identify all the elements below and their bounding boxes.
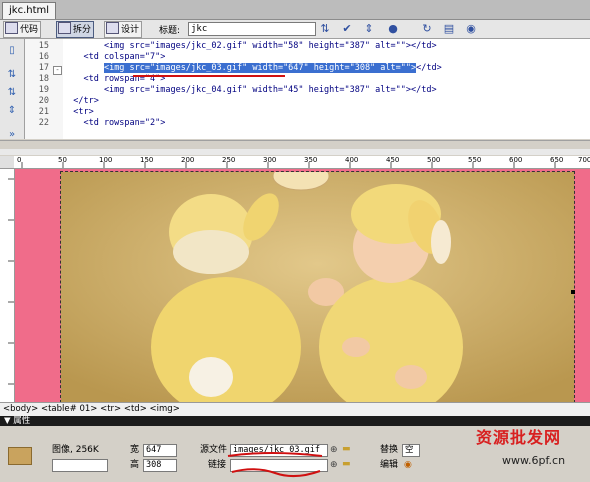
design-view[interactable] [15,169,590,402]
line-number: 17 [38,63,49,73]
design-view-button[interactable]: 设计 [104,21,143,38]
split-view-icon [58,22,71,34]
ruler-label: 150 [140,156,154,164]
split-divider-grip [0,149,590,155]
ruler-label: 650 [550,156,564,164]
ruler-label: 350 [304,156,318,164]
properties-title: ▼ 属性 [4,416,31,426]
split-view-button[interactable]: 拆分 [56,21,95,38]
watermark-text: 资源批发网 [476,428,562,447]
collapse-selection-icon[interactable]: ⇅ [6,87,18,99]
line-number: 16 [38,52,49,62]
open-documents-icon[interactable]: ▯ [6,45,18,57]
view-options-icon[interactable]: ▤ [442,22,456,36]
browser-check-icon[interactable]: ⇕ [362,22,376,36]
line-number: 20 [38,96,49,106]
selected-image[interactable] [60,171,575,402]
visual-aids-icon[interactable]: ◉ [464,22,478,36]
split-view-label: 拆分 [73,25,92,35]
ruler-label: 500 [427,156,441,164]
ruler-label: 50 [58,156,67,164]
watermark-overlay: 资源批发网 www.6pf.cn [420,420,590,482]
ruler-label: 200 [181,156,195,164]
file-management-icon[interactable]: ⇅ [318,22,332,36]
vertical-ruler-ticks [8,178,14,385]
line-number: 15 [38,41,49,51]
design-view-label: 设计 [121,25,140,35]
expand-all-icon[interactable]: ⇕ [6,105,18,117]
ruler-label: 700 [578,156,590,164]
ruler-label: 250 [222,156,236,164]
line-number: 19 [38,85,49,95]
line-number-gutter: 15 16 17 - 18 19 20 21 22 [25,39,63,139]
collapse-tag-icon[interactable]: ⇅ [6,69,18,81]
preview-icon[interactable]: ● [386,22,400,36]
line-number: 18 [38,74,49,84]
ruler-label: 100 [99,156,113,164]
ruler-label: 450 [386,156,400,164]
resize-handle[interactable] [571,290,575,294]
ruler-label: 400 [345,156,359,164]
ruler-label: 0 [17,156,22,164]
design-view-icon [106,22,119,34]
red-underline-annotation [133,75,285,77]
vertical-ruler [0,169,15,402]
refresh-icon[interactable]: ↻ [420,22,434,36]
code-view-button[interactable]: 代码 [3,21,42,38]
coding-toolbar: ▯ ⇅ ⇅ ⇕ » [0,39,25,140]
document-toolbar: 代码 拆分 设计 标题: jkc ⇅ ✔ ⇕ ● ↻ ▤ ◉ [0,20,590,39]
code-view-icon [5,22,18,34]
document-tab[interactable]: jkc.html [2,2,57,19]
ruler-label: 300 [263,156,277,164]
code-view-label: 代码 [20,25,39,35]
fold-toggle[interactable]: - [53,66,62,75]
code-editor[interactable]: <img src="images/jkc_02.gif" width="58" … [63,39,590,139]
validate-markup-icon[interactable]: ✔ [340,22,354,36]
watermark-url: www.6pf.cn [502,454,566,467]
title-label: 标题: [159,26,181,36]
ruler-corner [0,156,14,169]
line-number: 21 [38,107,49,117]
tag-selector[interactable]: <body> <table# 01> <tr> <td> <img> [0,402,590,416]
ruler-label: 550 [468,156,482,164]
horizontal-ruler: 0 50 100 150 200 250 300 350 400 450 500… [14,156,590,169]
tag-path[interactable]: <body> <table# 01> <tr> <td> <img> [3,404,180,414]
line-number: 22 [38,118,49,128]
title-input[interactable]: jkc [188,22,316,36]
ruler-label: 600 [509,156,523,164]
document-tab-bar: jkc.html [0,0,590,20]
babies-photo [61,172,574,402]
